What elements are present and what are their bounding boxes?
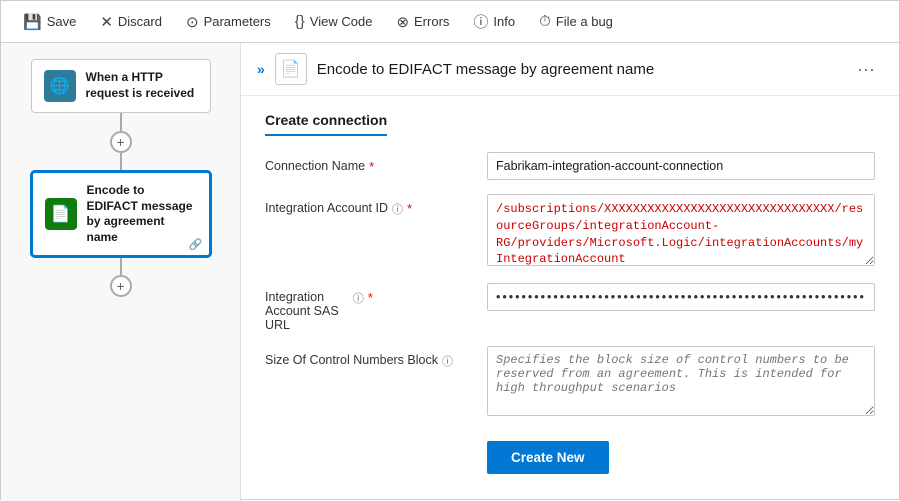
info-icon-2[interactable]: ⓘ [353,290,364,306]
filebug-label: File a bug [556,14,613,29]
action-menu-button[interactable]: ··· [849,55,883,84]
right-panel: » 📄 Encode to EDIFACT message by agreeme… [241,43,899,501]
link-icon: 🔗 [189,238,203,251]
control-numbers-block-field [487,346,875,419]
http-trigger-icon: 🌐 [44,70,76,102]
http-trigger-node[interactable]: 🌐 When a HTTP request is received [31,59,211,113]
info-icon: ⓘ [473,11,488,32]
integration-account-id-field: /subscriptions/XXXXXXXXXXXXXXXXXXXXXXXXX… [487,194,875,269]
control-numbers-block-label: Size Of Control Numbers Block ⓘ [265,346,475,369]
discard-icon: ✕ [100,13,113,31]
v-line-2 [120,153,122,171]
discard-button[interactable]: ✕ Discard [90,9,172,35]
connection-name-input[interactable] [487,152,875,180]
edifact-action-icon: 📄 [45,198,77,230]
action-title: Encode to EDIFACT message by agreement n… [317,61,839,78]
action-icon-box: 📄 [275,53,307,85]
required-star-2: * [407,201,412,216]
expand-arrows-icon[interactable]: » [257,61,265,77]
info-button[interactable]: ⓘ Info [463,7,525,36]
connector-2: + [110,257,132,297]
form-area: Create connection Connection Name * Inte… [241,96,899,501]
connection-name-row: Connection Name * [265,152,875,180]
toolbar: 💾 Save ✕ Discard ⊙ Parameters {} View Co… [1,1,899,43]
edifact-action-label: Encode to EDIFACT message by agreement n… [87,183,197,245]
info-icon-3[interactable]: ⓘ [442,353,453,369]
viewcode-button[interactable]: {} View Code [285,9,383,34]
code-icon: {} [295,13,305,30]
save-icon: 💾 [23,13,42,31]
connector-1: + [110,113,132,171]
create-new-button[interactable]: Create New [487,441,609,474]
save-label: Save [47,14,77,29]
bug-icon: ⏱ [539,13,551,30]
action-header: » 📄 Encode to EDIFACT message by agreeme… [241,43,899,96]
required-star-1: * [369,159,374,174]
add-step-2[interactable]: + [110,275,132,297]
info-icon-1[interactable]: ⓘ [392,201,403,217]
errors-label: Errors [414,14,449,29]
sas-url-label: Integration Account SAS URL ⓘ * [265,283,475,332]
info-label: Info [493,14,515,29]
integration-account-id-input[interactable]: /subscriptions/XXXXXXXXXXXXXXXXXXXXXXXXX… [487,194,875,266]
connection-name-label: Connection Name * [265,152,475,174]
required-star-3: * [368,290,373,305]
http-trigger-label: When a HTTP request is received [86,70,198,101]
v-line-1 [120,113,122,131]
left-panel: 🌐 When a HTTP request is received + 📄 En… [1,43,241,501]
discard-label: Discard [118,14,162,29]
filebug-button[interactable]: ⏱ File a bug [529,9,623,34]
control-numbers-block-row: Size Of Control Numbers Block ⓘ [265,346,875,419]
save-button[interactable]: 💾 Save [13,9,86,35]
v-line-3 [120,257,122,275]
connection-name-field [487,152,875,180]
errors-icon: ⊗ [396,13,409,31]
integration-account-id-label: Integration Account ID ⓘ * [265,194,475,217]
parameters-icon: ⊙ [186,13,199,31]
main-area: 🌐 When a HTTP request is received + 📄 En… [1,43,899,501]
edifact-action-node[interactable]: 📄 Encode to EDIFACT message by agreement… [31,171,211,257]
sas-url-row: Integration Account SAS URL ⓘ * [265,283,875,332]
control-numbers-block-input[interactable] [487,346,875,416]
add-step-1[interactable]: + [110,131,132,153]
errors-button[interactable]: ⊗ Errors [386,9,459,35]
sas-url-field [487,283,875,311]
form-section-title: Create connection [265,112,387,136]
parameters-label: Parameters [204,14,271,29]
sas-url-input[interactable] [487,283,875,311]
integration-account-id-row: Integration Account ID ⓘ * /subscription… [265,194,875,269]
viewcode-label: View Code [310,14,373,29]
parameters-button[interactable]: ⊙ Parameters [176,9,281,35]
